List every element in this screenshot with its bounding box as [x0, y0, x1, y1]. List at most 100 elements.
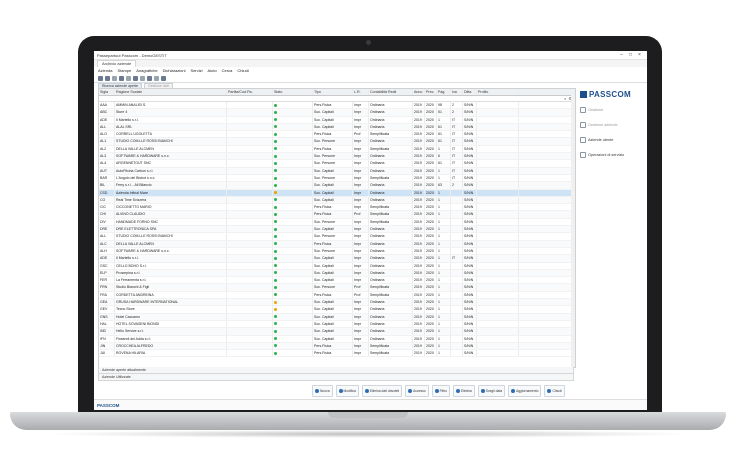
- group-aziende-aperte[interactable]: Aziende aperte attualmente: [98, 367, 574, 374]
- menu-item-servizi[interactable]: Servizi: [191, 68, 203, 73]
- search-icon[interactable]: ⌕: [564, 96, 566, 101]
- cleanup-button[interactable]: Elimina dati obsoleti: [361, 385, 403, 397]
- table-row[interactable]: DRE DRE ELETTRONICA SPA Soc. Capitali Impr O…: [99, 226, 575, 234]
- menu-item-chiudi[interactable]: Chiudi: [237, 68, 248, 73]
- table-row[interactable]: JIN CROCCHEA ALFREDO Pers.Fisica Impr Sempli…: [99, 342, 575, 351]
- toolbar-export-icon[interactable]: [154, 75, 159, 81]
- edit-button[interactable]: Modifica: [335, 385, 359, 397]
- table-row[interactable]: GSC CELLO BOHO S.r.l. Soc. Capitali Impr Ord…: [99, 262, 575, 270]
- access-button[interactable]: Accesso: [405, 385, 429, 397]
- table-row[interactable]: ADE Il Martello s.r.l. Soc. Capitali Impr Or…: [99, 116, 575, 124]
- table-row[interactable]: ALL ALAL SRL Soc. Capitali Impr Ordinaria 201…: [99, 123, 575, 132]
- table-row[interactable]: DIV HANDMADE FORNO SNC Soc. Persone Impr Sem…: [99, 218, 575, 227]
- table-row[interactable]: ADE Il Martello s.r.l. Soc. Capitali Impr Or…: [99, 255, 575, 263]
- column-header[interactable]: L.R.: [353, 89, 369, 95]
- table-cell: 2020: [425, 116, 437, 123]
- table-cell: ARGENNETOUT SNC: [115, 160, 227, 167]
- column-header[interactable]: Profilo: [477, 89, 519, 95]
- toolbar-refresh-icon[interactable]: [147, 75, 152, 81]
- minimize-button[interactable]: –: [617, 52, 626, 58]
- toolbar-print-icon[interactable]: [119, 75, 124, 81]
- filter-button[interactable]: Filtro: [431, 385, 450, 397]
- table-row[interactable]: CIC CICCONETTO MARIO Pers.Fisica Impr Sempli…: [99, 204, 575, 212]
- table-row[interactable]: CO Real Time Svizzera Soc. Capitali Impr Ord…: [99, 196, 575, 205]
- column-header[interactable]: Tipo: [313, 89, 353, 95]
- table-row[interactable]: AUT AutoFficina Carbon s.r.l. Soc. Capital…: [99, 167, 575, 175]
- toolbar-filter-icon[interactable]: [140, 75, 145, 81]
- column-header[interactable]: Ragione Sociale: [115, 89, 227, 95]
- toolbar-new-icon[interactable]: [98, 75, 103, 81]
- toolbar-open-icon[interactable]: [105, 75, 110, 81]
- table-row[interactable]: ALC DELLA VALLE ALCMEN Pers.Fisica Impr Ordi…: [99, 240, 575, 248]
- table-cell: [477, 123, 519, 131]
- table-row[interactable]: JUI ROVENA HILARIA Pers.Fisica Impr Semplifi…: [99, 350, 575, 358]
- toolbar-search-icon[interactable]: [133, 75, 138, 81]
- table-row[interactable]: IND Hello Service s.r.l. Soc. Capitali Impr…: [99, 328, 575, 336]
- maximize-button[interactable]: □: [626, 52, 635, 58]
- column-header[interactable]: Pag.: [437, 89, 451, 95]
- update-button[interactable]: Aggiornamento: [508, 385, 542, 397]
- toolbar-save-icon[interactable]: [112, 75, 117, 81]
- side-item-gestione-aziende[interactable]: Gestione aziende: [580, 122, 644, 128]
- table-row[interactable]: GNS Hotel Caccamo Soc. Capitali Impr Ordinar…: [99, 313, 575, 321]
- table-row[interactable]: AL4 ARGENNETOUT SNC Soc. Persone Impr Ordina…: [99, 160, 575, 168]
- new-button[interactable]: Nuova: [312, 385, 333, 397]
- table-cell: [451, 211, 463, 218]
- table-row[interactable]: ELP Proserpina s.r.l. Soc. Capitali Impr Ord…: [99, 269, 575, 278]
- table-cell: 2019: [413, 255, 425, 262]
- table-row[interactable]: ALL STUDIO COM.LLE ROSSI BIANCHI Soc. Pers…: [99, 233, 575, 241]
- exit-button[interactable]: Chiudi: [544, 385, 565, 397]
- table-row[interactable]: FRA CORDETTA ANDREINA Pers.Fisica Prof Sempl…: [99, 291, 575, 300]
- table-cell: [227, 291, 273, 299]
- status-cell: [273, 291, 313, 299]
- table-row[interactable]: BIL Ferry s.r.l. - All Bilancio Soc. Capit…: [99, 182, 575, 190]
- table-row[interactable]: FRN Studio Bianchi & Figli Soc. Persone Pro…: [99, 284, 575, 292]
- column-header[interactable]: Contabilità Reali: [369, 89, 413, 95]
- table-row[interactable]: IFN Finsendi del Adda s.r.l. Soc. Capitali…: [99, 335, 575, 343]
- column-header[interactable]: Sigla: [99, 89, 115, 95]
- menu-item-anagrafiche[interactable]: Anagrafiche: [136, 68, 157, 73]
- table-row[interactable]: CHI ALVINO CLAUDIO Pers.Fisica Prof Semplifi…: [99, 211, 575, 219]
- table-row[interactable]: ALO CORRELL UGOLETTA Pers.Fisica Prof Sempli…: [99, 131, 575, 139]
- menu-item-dichiarazioni[interactable]: Dichiarazioni: [163, 68, 186, 73]
- column-header[interactable]: Stato: [273, 89, 313, 95]
- column-header[interactable]: Prec.: [425, 89, 437, 95]
- table-cell: 2019: [413, 226, 425, 233]
- table-cell: [477, 131, 519, 138]
- table-cell: [227, 342, 273, 350]
- table-row[interactable]: AAA AMMIN ANALISI S. Pers.Fisica Impr Ordina…: [99, 102, 575, 110]
- table-cell: Ordinaria: [369, 255, 413, 262]
- delete-button[interactable]: Elimina: [452, 385, 475, 397]
- menu-item-stampe[interactable]: Stampe: [117, 68, 131, 73]
- close-button[interactable]: ×: [635, 52, 644, 58]
- vertical-scrollbar[interactable]: [571, 95, 575, 367]
- side-item-aziende-utente[interactable]: Aziende utente: [580, 137, 644, 143]
- table-row[interactable]: FER La Ferramenta s.r.l. Soc. Capitali Impr…: [99, 277, 575, 285]
- toolbar-help-icon[interactable]: [161, 75, 166, 81]
- column-header[interactable]: Partita/Cod.Fis.: [227, 89, 273, 95]
- column-header[interactable]: Ditta: [463, 89, 477, 95]
- table-cell: Soc. Capitali: [313, 255, 353, 262]
- side-item-operazioni[interactable]: Operazioni di servizio: [580, 152, 644, 158]
- table-cell: Pers.Fisica: [313, 211, 353, 218]
- table-row[interactable]: AL1 STUDIO COM.LLE ROSSI BIANCHI Soc. Pers…: [99, 138, 575, 146]
- table-row[interactable]: GEV Tecno Store Soc. Capitali Impr Ordinaria…: [99, 306, 575, 314]
- menu-item-azienda[interactable]: Azienda: [98, 68, 112, 73]
- menu-item-cerca[interactable]: Cerca: [222, 68, 233, 73]
- menu-item-aiuto[interactable]: Aiuto: [208, 68, 217, 73]
- choose-date-button[interactable]: Scegli data: [477, 385, 506, 397]
- side-item-gestione[interactable]: Gestione: [580, 107, 644, 113]
- table-row[interactable]: ABC Store 4 Soc. Capitali Impr Ordinaria 2019…: [99, 109, 575, 117]
- table-row[interactable]: AL2 DELLA VALLE ALCMEN Pers.Fisica Impr Semp…: [99, 145, 575, 154]
- table-row[interactable]: AL3 SOFTWARE & HARDWARE s.n.c. Soc. Person…: [99, 153, 575, 161]
- column-header[interactable]: Iva: [451, 89, 463, 95]
- table-row[interactable]: GEA GRUSA HARDWARE INTERNATIONAL Soc. Capi…: [99, 299, 575, 307]
- table-row[interactable]: ALH SOFTWARE & HARDWARE s.n.c. Soc. Person…: [99, 247, 575, 256]
- table-row[interactable]: CSD Azienda Infinal Mare Soc. Capitali Impr…: [99, 189, 575, 197]
- tab-archivio-aziende[interactable]: Archivio aziende: [97, 60, 137, 67]
- column-header[interactable]: Anno: [413, 89, 425, 95]
- table-row[interactable]: HAL HOTEL SOVASENI BIONDI Soc. Capitali Imp…: [99, 320, 575, 329]
- group-aziende-utilizzate[interactable]: Aziende Utilizzate: [98, 374, 574, 381]
- toolbar-delete-icon[interactable]: [126, 75, 131, 81]
- table-row[interactable]: BAR L'Angolo del Bistrot s.n.c. Soc. Perso…: [99, 174, 575, 183]
